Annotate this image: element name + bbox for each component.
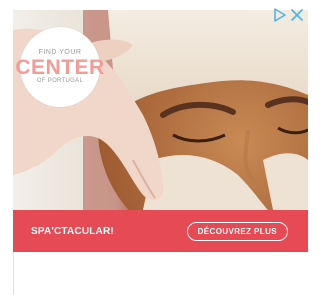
banner-tagline: SPA'CTACULAR! (31, 225, 114, 237)
discover-more-button[interactable]: DÉCOUVREZ PLUS (186, 221, 288, 241)
promo-banner[interactable]: SPA'CTACULAR! DÉCOUVREZ PLUS (13, 210, 308, 252)
adchoices-triangle-icon[interactable] (273, 8, 287, 22)
logo-line-2: CENTER (15, 56, 105, 79)
logo-line-3: OF PORTUGAL (36, 78, 84, 84)
brand-logo[interactable]: FIND YOUR CENTER OF PORTUGAL (15, 27, 104, 107)
close-icon[interactable] (290, 8, 304, 22)
ad-container[interactable]: FIND YOUR CENTER OF PORTUGAL SPA'CTACULA… (0, 0, 308, 295)
adchoices-controls (273, 8, 304, 22)
